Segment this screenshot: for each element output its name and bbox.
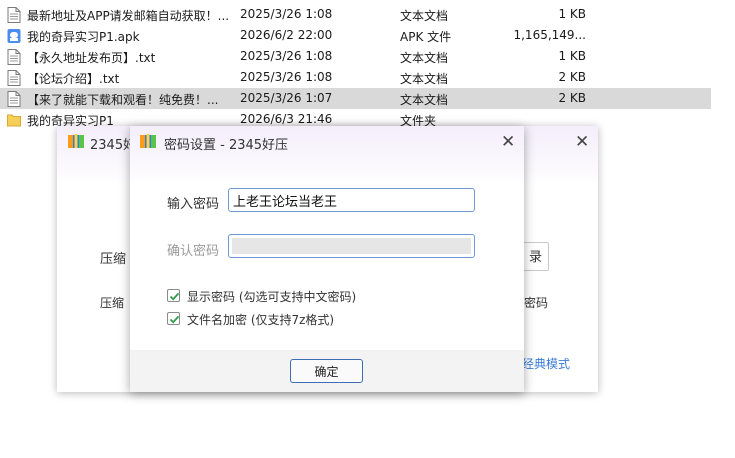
show-password-label: 显示密码 (勾选可支持中文密码) <box>187 290 357 304</box>
confirm-password-input[interactable] <box>228 234 475 258</box>
dialog-title: 密码设置 - 2345好压 <box>164 138 289 153</box>
file-name: 【论坛介绍】.txt <box>27 72 120 86</box>
file-name: 【来了就能下载和观看！纯免费！... <box>27 93 219 107</box>
file-type: 文本文档 <box>400 93 449 107</box>
text-file-icon <box>7 7 21 23</box>
file-row[interactable]: 最新地址及APP请发邮箱自动获取！... 2025/3/26 1:08 文本文档 1 … <box>0 4 735 25</box>
file-type: APK 文件 <box>400 30 452 44</box>
classic-mode-link[interactable]: 经典模式 <box>522 355 570 372</box>
file-type: 文本文档 <box>400 72 449 86</box>
confirm-password-label: 确认密码 <box>167 244 220 259</box>
apk-file-icon <box>7 28 21 44</box>
file-size: 1 KB <box>558 7 586 21</box>
encrypt-filenames-label: 文件名加密 (仅支持7z格式) <box>187 313 335 327</box>
file-date: 2025/3/26 1:08 <box>240 7 333 21</box>
password-input[interactable] <box>228 188 475 212</box>
ok-button[interactable]: 确定 <box>290 359 363 383</box>
main-window-close-icon[interactable]: ✕ <box>575 132 589 152</box>
file-date: 2026/6/2 22:00 <box>240 28 333 42</box>
file-date: 2026/6/3 21:46 <box>240 112 333 126</box>
text-file-icon <box>7 91 21 107</box>
file-row[interactable]: 【来了就能下载和观看！纯免费！... 2025/3/26 1:07 文本文档 2 KB <box>0 88 711 109</box>
file-type: 文本文档 <box>400 9 449 23</box>
main-compress-label-2: 压缩 <box>100 296 125 310</box>
dialog-close-icon[interactable]: ✕ <box>501 132 515 152</box>
file-name: 我的奇异实习P1.apk <box>27 30 140 44</box>
file-date: 2025/3/26 1:07 <box>240 91 333 105</box>
dialog-footer: 确定 <box>130 350 524 392</box>
text-file-icon <box>7 70 21 86</box>
file-size: 1,165,149... <box>513 28 586 42</box>
password-settings-dialog: 密码设置 - 2345好压 ✕ 输入密码 确认密码 显示密码 (勾选可支持中文密… <box>130 126 524 392</box>
checkmark-icon <box>169 315 180 324</box>
file-row[interactable]: 【论坛介绍】.txt 2025/3/26 1:08 文本文档 2 KB <box>0 67 735 88</box>
haozip-logo-icon <box>68 134 84 148</box>
show-password-checkbox[interactable] <box>167 289 180 302</box>
file-size: 1 KB <box>558 49 586 63</box>
main-password-label: 密码 <box>524 296 549 310</box>
file-date: 2025/3/26 1:08 <box>240 49 333 63</box>
haozip-logo-icon <box>140 134 156 148</box>
file-size: 2 KB <box>558 70 586 84</box>
file-row[interactable]: 我的奇异实习P1.apk 2026/6/2 22:00 APK 文件 1,165,14… <box>0 25 735 46</box>
text-file-icon <box>7 49 21 65</box>
file-name: 最新地址及APP请发邮箱自动获取！... <box>27 9 230 23</box>
file-type: 文本文档 <box>400 51 449 65</box>
folder-icon <box>7 112 21 128</box>
file-row[interactable]: 【永久地址发布页】.txt 2025/3/26 1:08 文本文档 1 KB <box>0 46 735 67</box>
main-compress-label: 压缩 <box>100 252 127 267</box>
file-name: 【永久地址发布页】.txt <box>27 51 156 65</box>
encrypt-filenames-checkbox[interactable] <box>167 312 180 325</box>
checkmark-icon <box>169 292 180 301</box>
file-size: 2 KB <box>558 91 586 105</box>
file-date: 2025/3/26 1:08 <box>240 70 333 84</box>
password-label: 输入密码 <box>167 197 220 212</box>
